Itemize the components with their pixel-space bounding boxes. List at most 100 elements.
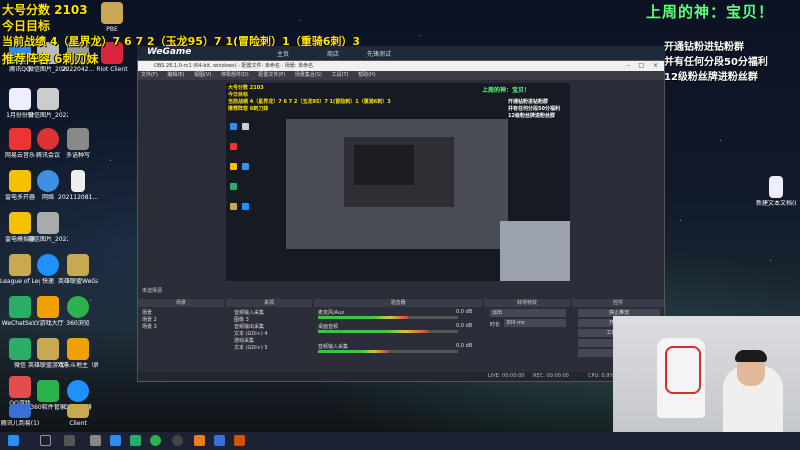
- minimize-icon[interactable]: –: [627, 61, 630, 71]
- maximize-icon[interactable]: □: [638, 61, 644, 71]
- wechat-taskbar-icon[interactable]: [130, 435, 141, 446]
- source-item[interactable]: 文本 (GDI+) 4: [234, 330, 268, 337]
- overlay-right-2: 并有任何分段50分福利: [664, 57, 768, 68]
- preview-desktop-icon: [230, 143, 237, 150]
- obs-title: OBS 26.1.0-rc1 (64-bit, windows) - 配置文件:…: [154, 63, 314, 69]
- file-explorer-icon[interactable]: [90, 435, 101, 446]
- desktop-icon-file[interactable]: 202112081...: [58, 170, 98, 201]
- preview-overlay-2: 今日目标: [228, 92, 249, 98]
- yy-icon: [37, 296, 59, 318]
- wegame-tab-store[interactable]: 商店: [327, 49, 339, 58]
- app-taskbar-icon[interactable]: [194, 435, 205, 446]
- desktop-icon-newtext[interactable]: 新建文本文档(8): [756, 176, 796, 207]
- preview-desktop-icon: [230, 183, 237, 190]
- preview-nested-capture-3: [354, 145, 414, 185]
- preview-overlay-4: 推荐阵容 6刺刀妹: [228, 106, 269, 112]
- menu-scene-collection[interactable]: 场景集合(S): [295, 72, 322, 78]
- mixer-channel-name: 音频输入采集: [318, 344, 349, 350]
- source-item[interactable]: 游戏采集: [234, 337, 254, 344]
- desktop-icon-360browser[interactable]: 360浏览: [58, 296, 98, 327]
- task-view-icon[interactable]: [64, 435, 75, 446]
- overlay-right-3: 12级粉丝牌进粉丝群: [664, 72, 758, 83]
- obs-menubar: 文件(F) 编辑(E) 视图(V) 停靠部件(D) 配置文件(P) 场景集合(S…: [138, 71, 664, 80]
- pbe-icon: [101, 2, 123, 24]
- overlay-goal: 今日目标: [2, 19, 51, 33]
- preview-right-3: 12级粉丝牌进粉丝群: [508, 113, 555, 119]
- wegame-logo: WeGame: [147, 47, 192, 57]
- preview-weekly-god: 上周的神：宝贝！: [482, 87, 531, 94]
- source-item[interactable]: 音频输出采集: [234, 323, 264, 330]
- menu-tools[interactable]: 工具(T): [332, 72, 349, 78]
- scene-item[interactable]: 场景 3: [142, 323, 157, 330]
- preview-overlay-3: 当前战绩 4（星界龙）7 6 7 2（玉龙95）7 1(冒险刺）1（重骑6刺）3: [228, 99, 391, 105]
- client-icon: [67, 404, 89, 418]
- mixer-meter: [318, 330, 428, 333]
- text-file-icon: [769, 176, 783, 198]
- live-timer: LIVE: 00:00:00: [488, 373, 525, 379]
- desktop-icon-multi[interactable]: 多语种写: [58, 128, 98, 159]
- menu-view[interactable]: 视图(V): [194, 72, 211, 78]
- desktop-icon-img3[interactable]: 微信图片_20220...: [28, 212, 68, 243]
- source-item[interactable]: 音频输入采集: [234, 309, 264, 316]
- image-icon: [37, 212, 59, 234]
- preview-right-1: 开通钻粉进钻粉群: [508, 99, 549, 105]
- lol-wegame-icon: [67, 254, 89, 276]
- lol-center-icon: [37, 338, 59, 360]
- transition-duration-input[interactable]: 300 ms: [504, 319, 566, 327]
- desktop-icon-pbe[interactable]: PBE: [92, 2, 132, 33]
- mixer-channel-db: 0.0 dB: [456, 343, 473, 349]
- obs-titlebar: OBS 26.1.0-rc1 (64-bit, windows) - 配置文件:…: [138, 61, 664, 71]
- edge-icon[interactable]: [110, 435, 121, 446]
- preview-desktop-icon: [242, 203, 249, 210]
- doudizhu-icon: [67, 338, 89, 360]
- desktop-icon-client[interactable]: Client: [58, 404, 98, 427]
- preview-overlay-1: 大号分数 2103: [228, 85, 264, 91]
- transition-select[interactable]: 淡出: [490, 309, 566, 317]
- menu-profile[interactable]: 配置文件(P): [258, 72, 285, 78]
- source-item[interactable]: 文本 (GDI+) 5: [234, 344, 268, 351]
- start-icon[interactable]: [8, 435, 19, 446]
- file-icon: [71, 170, 85, 192]
- obs-taskbar-icon[interactable]: [172, 435, 183, 446]
- mixer-channel-name: 麦克风/Aux: [318, 310, 345, 316]
- menu-docks[interactable]: 停靠部件(D): [221, 72, 249, 78]
- gaming-chair-trim: [665, 346, 701, 394]
- app-taskbar-icon[interactable]: [214, 435, 225, 446]
- wegame-tab-pioneer[interactable]: 先锋测试: [367, 49, 391, 58]
- k-app-icon: [37, 254, 59, 276]
- scene-item[interactable]: 场景: [142, 309, 152, 316]
- overlay-right-1: 开通钻粉进钻粉群: [664, 42, 744, 53]
- wegame-taskbar-icon[interactable]: [234, 435, 245, 446]
- close-icon[interactable]: ×: [653, 61, 658, 71]
- preview-webcam: [500, 221, 570, 281]
- desktop-icon-doudizhu[interactable]: 欢乐斗地主（腾讯游戏）: [58, 338, 98, 369]
- overlay-lineup: 推荐阵容 6刺刀妹: [2, 52, 99, 66]
- overlay-weekly-god: 上周的神：宝贝！: [646, 3, 775, 21]
- menu-help[interactable]: 帮助(H): [358, 72, 376, 78]
- preview-desktop-icon: [230, 203, 237, 210]
- transitions-dock-title: 转场特效: [484, 299, 570, 307]
- obs-statusbar: LIVE: 00:00:00 REC: 00:00:00 CPU: 0.9%, …: [138, 372, 664, 381]
- wegame-tab-home[interactable]: 主页: [277, 49, 289, 58]
- preview-nested-capture-2: [344, 137, 454, 207]
- preview-nested-capture: [286, 119, 508, 249]
- overlay-score: 大号分数 2103: [2, 3, 88, 17]
- source-item[interactable]: 图像 3: [234, 316, 249, 323]
- streamer-hair: [735, 350, 767, 362]
- desktop-icon-lolwegame[interactable]: 英雄联盟WeGame版: [58, 254, 98, 285]
- rec-timer: REC: 00:00:00: [533, 373, 569, 379]
- browser-taskbar-icon[interactable]: [150, 435, 161, 446]
- desktop-icon-img2[interactable]: 微信图片_20220...: [28, 88, 68, 119]
- mixer-channel-db: 0.0 dB: [456, 309, 473, 315]
- streamer-webcam: [613, 316, 800, 432]
- obs-preview[interactable]: 大号分数 2103 今日目标 当前战绩 4（星界龙）7 6 7 2（玉龙95）7…: [226, 83, 570, 281]
- app-icon: [67, 128, 89, 150]
- network-icon: [37, 170, 59, 192]
- menu-edit[interactable]: 编辑(E): [167, 72, 184, 78]
- menu-file[interactable]: 文件(F): [141, 72, 158, 78]
- search-icon[interactable]: [40, 435, 51, 446]
- qq-browser-icon: [67, 380, 89, 402]
- scenes-dock-title: 场景: [138, 299, 224, 307]
- obs-docks: 未选择源 场景 来源 混音器 转场特效 控件 场景 场景 2 场景 3 音频输入…: [138, 285, 664, 381]
- scene-item[interactable]: 场景 2: [142, 316, 157, 323]
